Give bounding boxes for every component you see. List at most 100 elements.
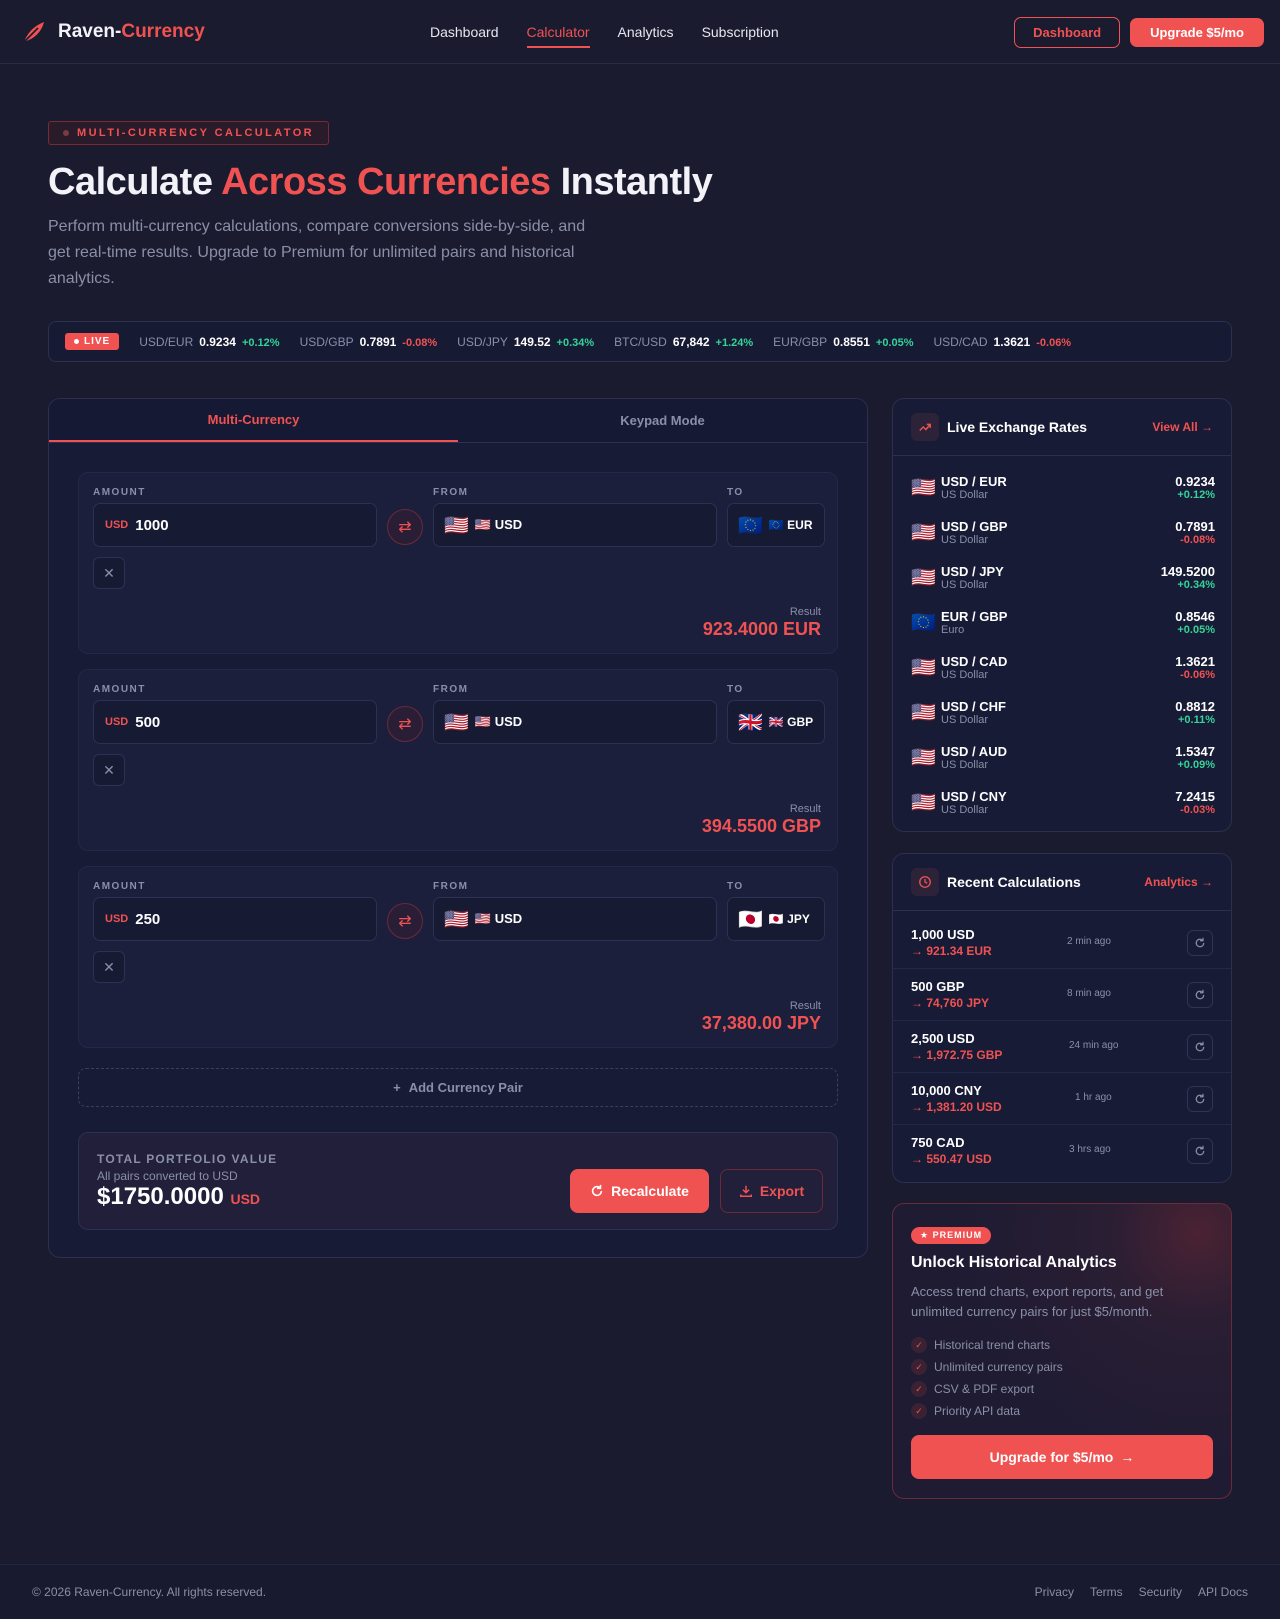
nav-link-subscription[interactable]: Subscription: [702, 20, 779, 44]
remove-pair-button[interactable]: ✕: [93, 557, 125, 589]
refresh-icon[interactable]: [1187, 1086, 1213, 1112]
nav-link-dashboard[interactable]: Dashboard: [430, 20, 499, 44]
feature-item: ✓ CSV & PDF export: [911, 1381, 1034, 1397]
dashboard-button[interactable]: Dashboard: [1014, 17, 1121, 48]
add-currency-pair-button[interactable]: + Add Currency Pair: [78, 1068, 838, 1107]
rate-row[interactable]: 🇪🇺 EUR / GBP Euro 0.8546 +0.05%: [911, 600, 1215, 645]
to-currency-select[interactable]: 🇬🇧 🇬🇧 GBP: [727, 700, 825, 744]
amount-input[interactable]: USD 250: [93, 897, 377, 941]
amount-label: AMOUNT: [93, 487, 146, 498]
swap-icon[interactable]: ⇄: [387, 509, 423, 545]
feather-logo-icon: [23, 21, 44, 43]
rate-row[interactable]: 🇺🇸 USD / CHF US Dollar 0.8812 +0.11%: [911, 690, 1215, 735]
recalculate-button[interactable]: Recalculate: [570, 1169, 709, 1213]
to-currency-select[interactable]: 🇯🇵 🇯🇵 JPY: [727, 897, 825, 941]
trending-up-icon: [911, 413, 939, 441]
from-currency-select[interactable]: 🇺🇸 🇺🇸 USD: [433, 897, 717, 941]
recent-title: Recent Calculations: [947, 874, 1081, 890]
to-label: TO: [727, 487, 744, 498]
footer-link-security[interactable]: Security: [1139, 1585, 1182, 1599]
ticker-item: BTC/USD 67,842 +1.24%: [614, 334, 754, 349]
to-label: TO: [727, 881, 744, 892]
amount-input[interactable]: USD 500: [93, 700, 377, 744]
eu-flag-icon: 🇪🇺: [911, 612, 936, 634]
nav-links: Dashboard Calculator Analytics Subscript…: [430, 0, 779, 64]
brand-name: Raven-Currency: [58, 20, 205, 42]
swap-icon[interactable]: ⇄: [387, 706, 423, 742]
footer-link-terms[interactable]: Terms: [1090, 1585, 1123, 1599]
us-flag-icon: 🇺🇸: [444, 711, 469, 734]
recent-item: 1,000 USD → 921.34 EUR 2 min ago: [893, 917, 1231, 969]
remove-pair-button[interactable]: ✕: [93, 951, 125, 983]
tab-keypad-mode[interactable]: Keypad Mode: [458, 399, 867, 442]
us-flag-icon: 🇺🇸: [911, 657, 936, 679]
feature-item: ✓ Historical trend charts: [911, 1337, 1050, 1353]
total-title: TOTAL PORTFOLIO VALUE: [97, 1152, 278, 1166]
total-value: $1750.0000 USD: [97, 1183, 261, 1210]
view-all-link[interactable]: View All →: [1152, 420, 1213, 434]
recent-item: 750 CAD → 550.47 USD 3 hrs ago: [893, 1125, 1231, 1177]
result-label: Result: [789, 1000, 821, 1012]
currency-pair: AMOUNT FROM TO USD 1000 ⇄ 🇺🇸 🇺🇸 USD 🇪🇺 🇪🇺 E…: [78, 472, 838, 654]
rate-row[interactable]: 🇺🇸 USD / JPY US Dollar 149.5200 +0.34%: [911, 555, 1215, 600]
us-flag-icon: 🇺🇸: [911, 567, 936, 589]
footer-link-privacy[interactable]: Privacy: [1035, 1585, 1074, 1599]
ticker-item: USD/CAD 1.3621 -0.06%: [933, 334, 1072, 349]
refresh-icon[interactable]: [1187, 930, 1213, 956]
rate-row[interactable]: 🇺🇸 USD / CAD US Dollar 1.3621 -0.06%: [911, 645, 1215, 690]
hero: MULTI-CURRENCY CALCULATOR Calculate Acro…: [48, 121, 748, 292]
from-label: FROM: [433, 881, 469, 892]
plus-icon: +: [393, 1080, 401, 1095]
rate-row[interactable]: 🇺🇸 USD / EUR US Dollar 0.9234 +0.12%: [911, 465, 1215, 510]
export-button[interactable]: Export: [720, 1169, 823, 1213]
amount-input[interactable]: USD 1000: [93, 503, 377, 547]
rate-row[interactable]: 🇺🇸 USD / GBP US Dollar 0.7891 -0.08%: [911, 510, 1215, 555]
nav-link-calculator[interactable]: Calculator: [526, 20, 590, 48]
hero-badge: MULTI-CURRENCY CALCULATOR: [48, 121, 330, 145]
premium-description: Access trend charts, export reports, and…: [911, 1284, 1164, 1319]
top-nav: Raven-Currency Dashboard Calculator Anal…: [0, 0, 1280, 64]
from-currency-select[interactable]: 🇺🇸 🇺🇸 USD: [433, 700, 717, 744]
rate-row[interactable]: 🇺🇸 USD / AUD US Dollar 1.5347 +0.09%: [911, 735, 1215, 780]
us-flag-icon: 🇺🇸: [911, 792, 936, 814]
recent-item: 2,500 USD → 1,972.75 GBP 24 min ago: [893, 1021, 1231, 1073]
download-icon: [739, 1185, 752, 1197]
refresh-icon[interactable]: [1187, 1138, 1213, 1164]
to-currency-select[interactable]: 🇪🇺 🇪🇺 EUR: [727, 503, 825, 547]
calculator-tabs: Multi-Currency Keypad Mode: [49, 399, 867, 443]
feature-item: ✓ Unlimited currency pairs: [911, 1359, 1063, 1375]
ticker-item: USD/EUR 0.9234 +0.12%: [139, 334, 280, 349]
premium-badge: ★ PREMIUM: [911, 1227, 992, 1244]
check-icon: ✓: [911, 1359, 927, 1375]
result-value: 923.4000 EUR: [702, 619, 821, 639]
swap-icon[interactable]: ⇄: [387, 903, 423, 939]
upgrade-button[interactable]: Upgrade $5/mo: [1130, 18, 1264, 47]
upgrade-cta-button[interactable]: Upgrade for $5/mo →: [911, 1435, 1213, 1479]
live-rates-card: Live Exchange Rates View All → 🇺🇸 USD / E…: [892, 398, 1232, 832]
us-flag-icon: 🇺🇸: [911, 702, 936, 724]
result-value: 37,380.00 JPY: [701, 1013, 821, 1033]
remove-pair-button[interactable]: ✕: [93, 754, 125, 786]
ticker-item: EUR/GBP 0.8551 +0.05%: [773, 334, 914, 349]
currency-pair: AMOUNT FROM TO USD 500 ⇄ 🇺🇸 🇺🇸 USD 🇬🇧 🇬🇧 GB…: [78, 669, 838, 851]
refresh-icon[interactable]: [1187, 982, 1213, 1008]
us-flag-icon: 🇺🇸: [911, 522, 936, 544]
uk-flag-icon: 🇬🇧: [738, 711, 763, 734]
premium-title: Unlock Historical Analytics: [911, 1254, 1117, 1271]
from-label: FROM: [433, 487, 469, 498]
rate-row[interactable]: 🇺🇸 USD / CNY US Dollar 7.2415 -0.03%: [911, 780, 1215, 825]
result-label: Result: [789, 803, 821, 815]
from-label: FROM: [433, 684, 469, 695]
nav-link-analytics[interactable]: Analytics: [618, 20, 674, 44]
logo[interactable]: Raven-Currency: [20, 18, 205, 46]
total-subtitle: All pairs converted to USD: [97, 1169, 238, 1183]
analytics-link[interactable]: Analytics →: [1144, 875, 1213, 889]
footer-link-api-docs[interactable]: API Docs: [1198, 1585, 1248, 1599]
tab-multi-currency[interactable]: Multi-Currency: [49, 399, 458, 442]
from-currency-select[interactable]: 🇺🇸 🇺🇸 USD: [433, 503, 717, 547]
refresh-icon[interactable]: [1187, 1034, 1213, 1060]
copyright: © 2026 Raven-Currency. All rights reserv…: [32, 1585, 267, 1599]
result-value: 394.5500 GBP: [701, 816, 821, 836]
live-dot-icon: [74, 339, 79, 344]
badge-dot-icon: [63, 130, 69, 136]
